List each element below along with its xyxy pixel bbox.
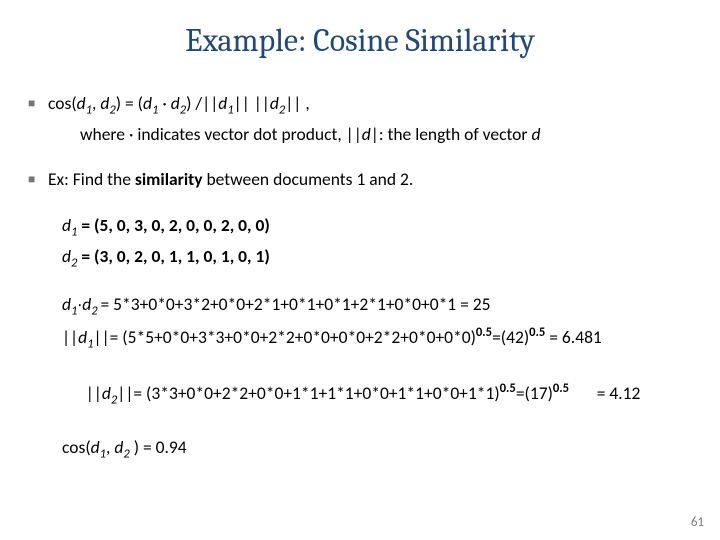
cosine-result: cos(d1, d2 ) = 0.94: [62, 436, 692, 463]
slide-title: Example: Cosine Similarity: [0, 22, 720, 59]
t: 0.5: [500, 381, 516, 396]
where-clause: where · indicates vector dot product, ||…: [80, 123, 692, 147]
slide-body: ■ cos(d1, d2) = (d1 · d2) /||d1|| ||d2||…: [28, 92, 692, 466]
t: d: [78, 325, 87, 347]
t: d: [531, 123, 540, 145]
t: =(17): [516, 381, 553, 403]
t: ||= (5*5+0*0+3*3+0*0+2*2+0*0+0*0+2*2+0*0…: [94, 325, 476, 347]
t: d: [91, 436, 100, 458]
t: = (3, 0, 2, 0, 1, 1, 0, 1, 0, 1): [77, 245, 269, 267]
t: = 5*3+0*0+3*2+0*0+2*1+0*1+0*1+2*1+0*0+0*…: [101, 293, 491, 315]
t: d: [114, 436, 123, 458]
t: d: [100, 92, 109, 114]
vector-d2: d2 = (3, 0, 2, 0, 1, 1, 0, 1, 0, 1): [62, 245, 692, 272]
t: d: [362, 123, 371, 145]
spacer: [28, 275, 692, 293]
t: d: [270, 92, 279, 114]
t: 0.5: [476, 325, 492, 340]
bullet-1: ■ cos(d1, d2) = (d1 · d2) /||d1|| ||d2||…: [28, 92, 692, 119]
t: ) = 0.94: [130, 436, 187, 458]
t: ||: [62, 325, 78, 347]
t: d: [171, 92, 180, 114]
norm-d2-line: ||d2||= (3*3+0*0+2*2+0*0+1*1+1*1+0*0+1*1…: [62, 356, 692, 432]
example-prompt: Ex: Find the similarity between document…: [48, 168, 692, 192]
vector-d1: d1 = (5, 0, 3, 0, 2, 0, 0, 2, 0, 0): [62, 214, 692, 241]
t: d: [77, 92, 86, 114]
t: = (5, 0, 3, 0, 2, 0, 0, 2, 0, 0): [77, 214, 269, 236]
t: d: [143, 92, 152, 114]
bullet-marker-icon: ■: [28, 168, 48, 192]
t: between documents 1 and 2.: [203, 168, 414, 190]
t: d: [62, 214, 71, 236]
t: ·: [158, 92, 170, 114]
t: ||: [86, 381, 102, 403]
t: =(42): [492, 325, 529, 347]
t: = 4.12: [569, 381, 640, 403]
t: || ,: [285, 92, 309, 114]
t: similarity: [135, 168, 203, 190]
spacer: [28, 150, 692, 168]
t: cos(: [62, 436, 91, 458]
t: d: [62, 245, 71, 267]
t: d: [218, 92, 227, 114]
t: where · indicates vector dot product, ||: [80, 123, 362, 145]
bullet-marker-icon: ■: [28, 92, 48, 116]
t: d: [82, 293, 91, 315]
t: 0.5: [529, 325, 545, 340]
t: || ||: [234, 92, 270, 114]
dot-product-line: d1∙d2 = 5*3+0*0+3*2+0*0+2*1+0*1+0*1+2*1+…: [62, 293, 692, 320]
t: d: [102, 381, 111, 403]
slide-container: { "title": "Example: Cosine Similarity",…: [0, 0, 720, 540]
t: cos(: [48, 92, 77, 114]
formula-definition: cos(d1, d2) = (d1 · d2) /||d1|| ||d2|| ,: [48, 92, 692, 119]
bullet-2: ■ Ex: Find the similarity between docume…: [28, 168, 692, 192]
t: ) /||: [186, 92, 218, 114]
t: 0.5: [553, 381, 569, 396]
t: ||= (3*3+0*0+2*2+0*0+1*1+1*1+0*0+1*1+0*0…: [117, 381, 499, 403]
page-number: 61: [691, 515, 704, 530]
norm-d1-line: ||d1||= (5*5+0*0+3*3+0*0+2*2+0*0+0*0+2*2…: [62, 324, 692, 352]
t: = 6.481: [545, 325, 602, 347]
t: Ex: Find the: [48, 168, 135, 190]
t: d: [62, 293, 71, 315]
t: |: the length of vector: [371, 123, 532, 145]
t: ) = (: [116, 92, 143, 114]
spacer: [28, 196, 692, 214]
t: 2: [91, 304, 100, 319]
